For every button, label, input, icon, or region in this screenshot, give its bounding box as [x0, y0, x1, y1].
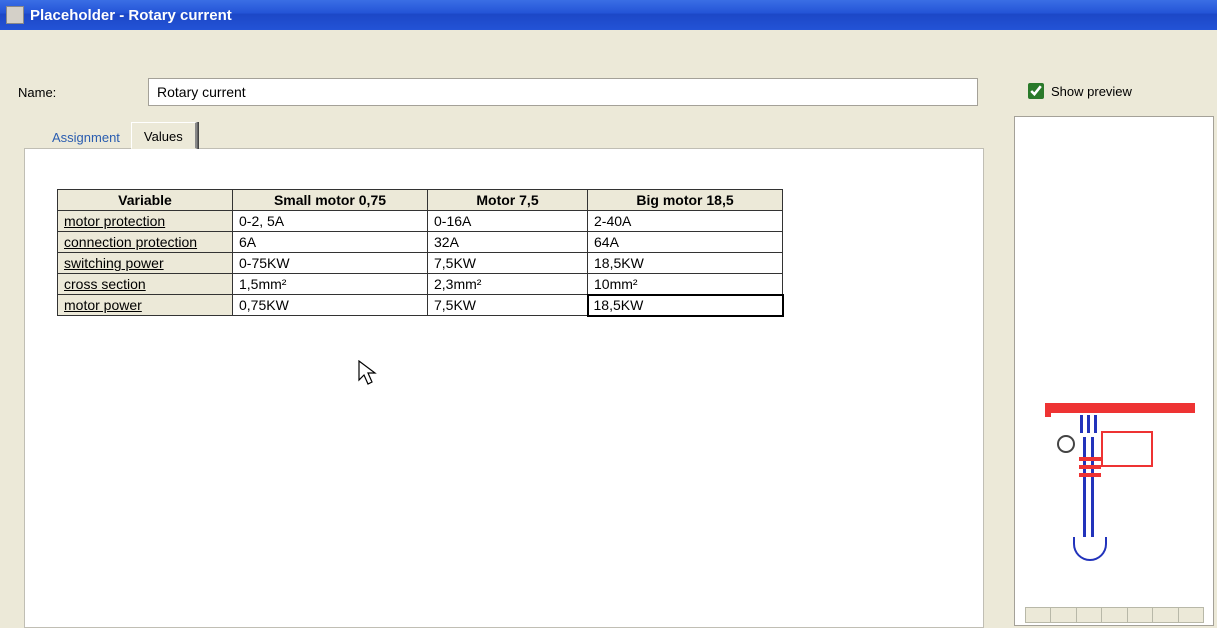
values-table[interactable]: Variable Small motor 0,75 Motor 7,5 Big … [57, 189, 784, 317]
show-preview-checkbox-box[interactable] [1028, 83, 1044, 99]
value-cell[interactable]: 64A [588, 232, 783, 253]
value-cell[interactable]: 10mm² [588, 274, 783, 295]
name-input[interactable] [148, 78, 978, 106]
table-row: motor protection0-2, 5A0-16A2-40A [58, 211, 783, 232]
variable-name-cell[interactable]: cross section [58, 274, 233, 295]
preview-drawing [1025, 397, 1203, 605]
value-cell[interactable]: 0-16A [428, 211, 588, 232]
app-icon [6, 6, 24, 24]
header-variable[interactable]: Variable [58, 190, 233, 211]
value-cell[interactable]: 7,5KW [428, 295, 588, 316]
window-title: Placeholder - Rotary current [30, 7, 232, 24]
show-preview-checkbox[interactable]: Show preview [1024, 80, 1132, 102]
value-cell[interactable]: 0,75KW [233, 295, 428, 316]
tab-assignment[interactable]: Assignment [40, 124, 132, 149]
value-cell[interactable]: 18,5KW [588, 295, 783, 316]
table-row: motor power0,75KW7,5KW18,5KW [58, 295, 783, 316]
variable-name-cell[interactable]: motor protection [58, 211, 233, 232]
preview-pane [1014, 116, 1214, 626]
value-cell[interactable]: 1,5mm² [233, 274, 428, 295]
value-cell[interactable]: 0-2, 5A [233, 211, 428, 232]
value-cell[interactable]: 32A [428, 232, 588, 253]
table-row: cross section1,5mm²2,3mm²10mm² [58, 274, 783, 295]
values-tab-panel: Variable Small motor 0,75 Motor 7,5 Big … [24, 148, 984, 628]
value-cell[interactable]: 6A [233, 232, 428, 253]
table-row: connection protection6A32A64A [58, 232, 783, 253]
title-bar: Placeholder - Rotary current [0, 0, 1217, 30]
variable-name-cell[interactable]: connection protection [58, 232, 233, 253]
dialog-client: Name: Show preview Assignment Values Var… [0, 30, 1217, 628]
variable-name-cell[interactable]: motor power [58, 295, 233, 316]
header-col-2[interactable]: Big motor 18,5 [588, 190, 783, 211]
variable-name-cell[interactable]: switching power [58, 253, 233, 274]
header-col-1[interactable]: Motor 7,5 [428, 190, 588, 211]
value-cell[interactable]: 2-40A [588, 211, 783, 232]
tab-values[interactable]: Values [131, 122, 197, 149]
value-cell[interactable]: 7,5KW [428, 253, 588, 274]
preview-scrollbar[interactable] [1025, 607, 1203, 623]
name-label: Name: [18, 85, 148, 100]
value-cell[interactable]: 2,3mm² [428, 274, 588, 295]
value-cell[interactable]: 0-75KW [233, 253, 428, 274]
show-preview-label: Show preview [1051, 84, 1132, 99]
header-col-0[interactable]: Small motor 0,75 [233, 190, 428, 211]
tab-strip: Assignment Values [40, 122, 196, 149]
value-cell[interactable]: 18,5KW [588, 253, 783, 274]
table-row: switching power0-75KW7,5KW18,5KW [58, 253, 783, 274]
